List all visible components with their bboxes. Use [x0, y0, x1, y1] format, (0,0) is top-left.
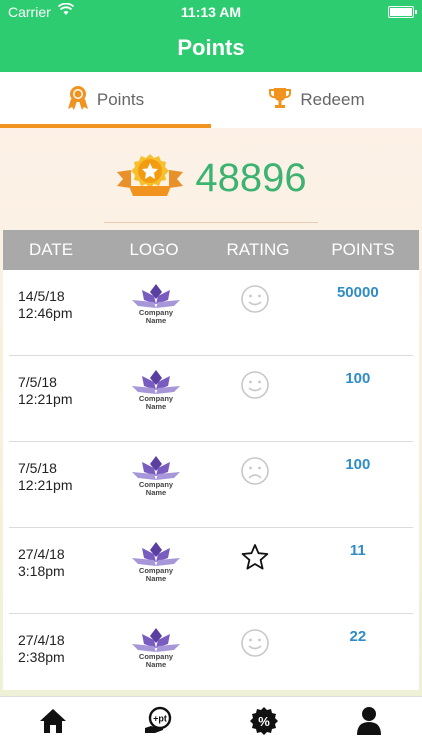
row-datetime: 27/4/18 3:18pm [9, 528, 104, 613]
row-time: 12:21pm [18, 477, 73, 493]
logo-line2: Name [146, 574, 166, 583]
logo-line2: Name [146, 316, 166, 325]
clock: 11:13 AM [180, 4, 242, 20]
nav-bar: Points [0, 24, 422, 72]
row-date: 7/5/18 [18, 374, 57, 390]
divider [104, 222, 318, 223]
table-row[interactable]: 7/5/18 12:21pm Company Name 100 [9, 356, 413, 442]
company-logo: Company Name [104, 528, 208, 613]
profile-icon [356, 706, 382, 741]
row-points: 22 [349, 628, 367, 645]
points-summary: 48896 [0, 152, 422, 205]
tab-points[interactable]: Points [0, 72, 211, 128]
rating-cell [208, 270, 303, 355]
header-logo: LOGO [129, 240, 179, 259]
table-row[interactable]: 27/4/18 2:38pm Company Name 22 [9, 614, 413, 690]
row-datetime: 7/5/18 12:21pm [9, 356, 104, 441]
table-row[interactable]: 27/4/18 3:18pm Company Name 11 [9, 528, 413, 614]
row-date: 27/4/18 [18, 546, 65, 562]
segmented-tabs: Points Redeem [0, 72, 422, 128]
row-time: 12:46pm [18, 305, 73, 321]
row-time: 2:38pm [18, 649, 65, 665]
smile-face-icon [240, 628, 270, 690]
company-logo: Company Name [104, 356, 208, 441]
battery-icon [388, 6, 417, 18]
rating-cell [208, 442, 303, 527]
row-points: 11 [349, 542, 366, 559]
points-history-table: DATE LOGO RATING POINTS 14/5/18 12:46pm … [3, 230, 419, 690]
logo-line2: Name [146, 488, 166, 497]
star-coin-icon [115, 152, 185, 205]
row-datetime: 14/5/18 12:46pm [9, 270, 104, 355]
star-outline-icon [240, 542, 270, 613]
row-points: 100 [345, 370, 371, 387]
points-content: 48896 DATE LOGO RATING POINTS 14/5/18 12… [0, 128, 422, 696]
rating-cell [208, 528, 303, 613]
tab-profile[interactable] [317, 697, 422, 750]
svg-text:%: % [258, 714, 270, 729]
row-datetime: 27/4/18 2:38pm [9, 614, 104, 690]
svg-text:+pt: +pt [153, 714, 167, 724]
tab-redeem-label: Redeem [300, 90, 365, 109]
discount-badge-icon: % [249, 706, 279, 741]
smile-face-icon [240, 284, 270, 355]
trophy-icon [268, 86, 292, 115]
sad-face-icon [240, 456, 270, 527]
row-date: 27/4/18 [18, 632, 65, 648]
bottom-tab-bar: +pt % [0, 696, 422, 750]
rating-cell [208, 356, 303, 441]
tab-points-label: Points [96, 90, 145, 109]
row-time: 3:18pm [18, 563, 65, 579]
table-header: DATE LOGO RATING POINTS [3, 230, 419, 270]
row-time: 12:21pm [18, 391, 73, 407]
tab-offers[interactable]: % [211, 697, 317, 750]
medal-icon [67, 85, 89, 116]
logo-line2: Name [146, 660, 166, 669]
status-bar: Carrier 11:13 AM [0, 0, 422, 24]
company-logo: Company Name [104, 614, 208, 690]
logo-line2: Name [146, 402, 166, 411]
home-icon [38, 707, 68, 740]
header-rating: RATING [226, 240, 290, 259]
company-logo: Company Name [104, 442, 208, 527]
smile-face-icon [240, 370, 270, 441]
row-points: 50000 [336, 284, 379, 301]
row-date: 14/5/18 [18, 288, 65, 304]
company-logo: Company Name [104, 270, 208, 355]
row-datetime: 7/5/18 12:21pm [9, 442, 104, 527]
tab-redeem[interactable]: Redeem [211, 72, 422, 128]
page-title: Points [177, 35, 245, 60]
total-points: 48896 [195, 156, 307, 200]
row-points: 100 [345, 456, 371, 473]
table-row[interactable]: 14/5/18 12:46pm Company Name 50000 [9, 270, 413, 356]
table-row[interactable]: 7/5/18 12:21pm Company Name 100 [9, 442, 413, 528]
tab-home[interactable] [0, 697, 106, 750]
header-date: DATE [28, 240, 74, 259]
header-points: POINTS [331, 240, 395, 259]
rating-cell [208, 614, 303, 690]
tab-add-points[interactable]: +pt [106, 697, 212, 750]
row-date: 7/5/18 [18, 460, 57, 476]
add-points-icon: +pt [143, 706, 173, 741]
